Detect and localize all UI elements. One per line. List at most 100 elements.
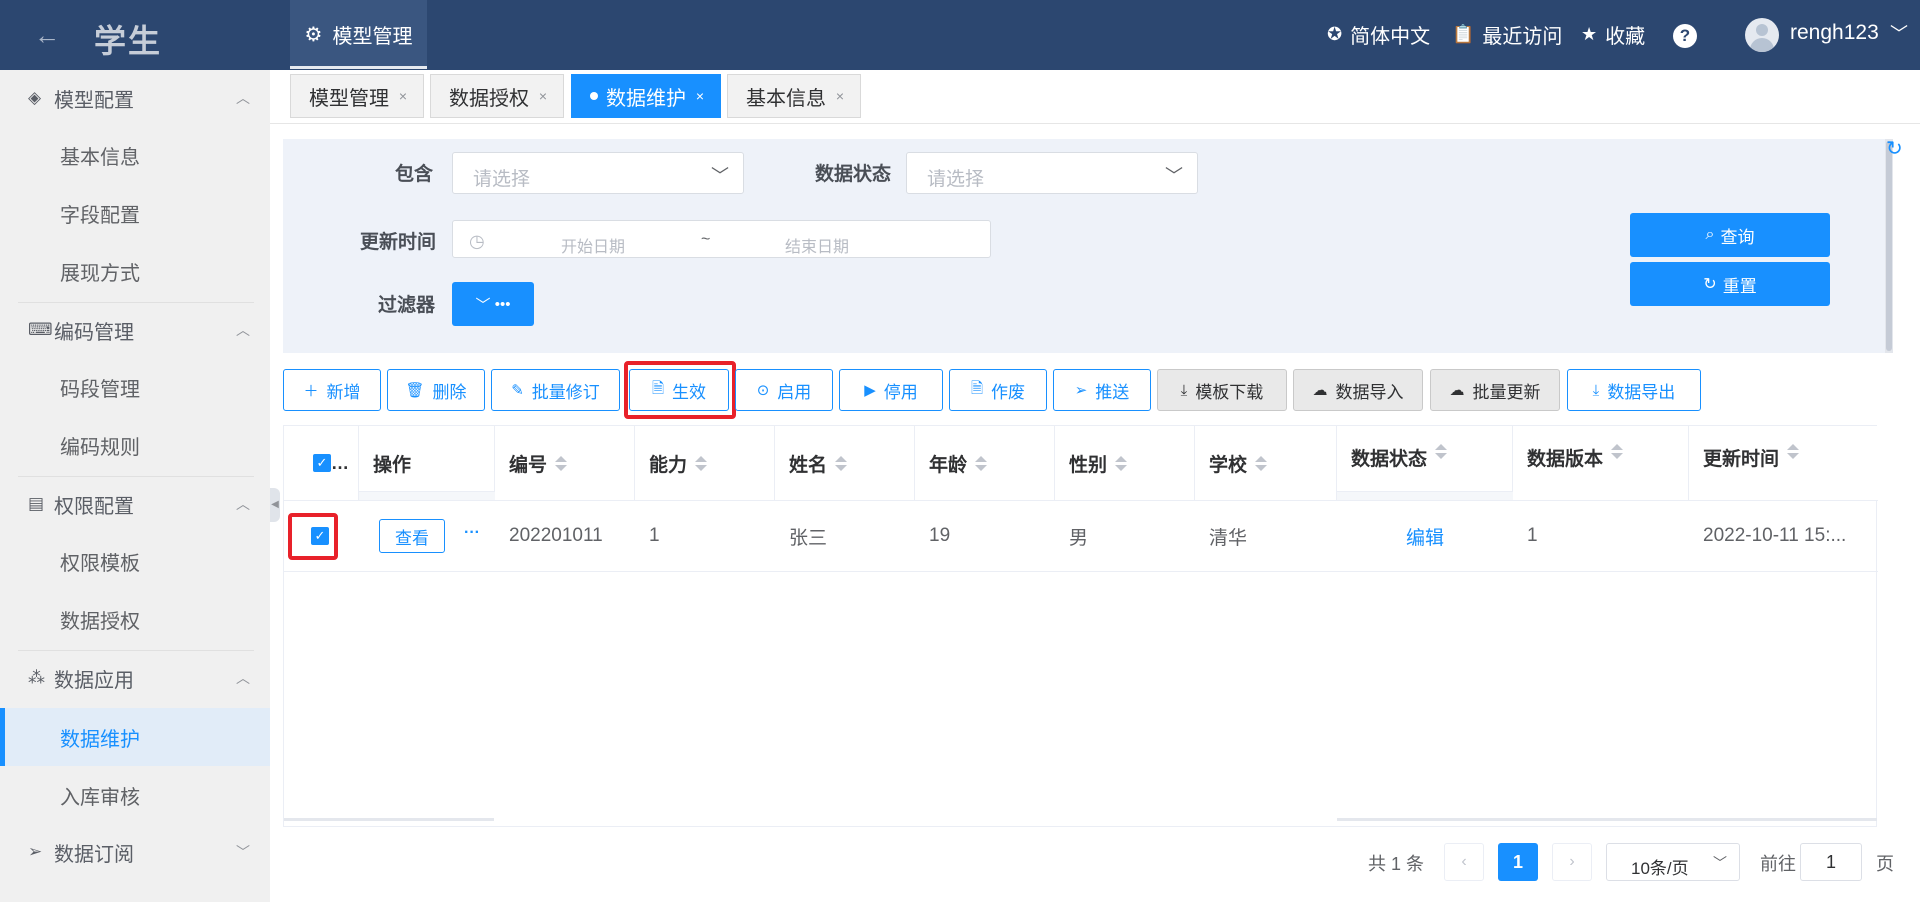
sidebar-item-storage-review[interactable]: 入库审核 [0, 766, 270, 824]
document-x-icon: 🗎 [970, 379, 984, 397]
close-icon[interactable]: × [696, 88, 704, 104]
plus-icon: ＋ [303, 382, 319, 400]
sort-icon[interactable] [1115, 455, 1128, 471]
send-icon: ➢ [28, 842, 43, 861]
sidebar-group-data-application[interactable]: ⁂ 数据应用 ︿ [0, 650, 270, 706]
tab-bar: 模型管理 × 数据授权 × 数据维护 × 基本信息 × [270, 70, 1920, 124]
cloud-upload-icon: ☁ [1449, 382, 1465, 399]
column-header-ability[interactable]: 能力 [635, 426, 775, 500]
language-switch[interactable]: ✪ 简体中文 [1327, 20, 1430, 49]
data-export-button[interactable]: ⤓ 数据导出 [1567, 369, 1701, 411]
tab-data-authorization[interactable]: 数据授权 × [430, 74, 564, 118]
sidebar-item-data-maintenance[interactable]: 数据维护 [0, 708, 270, 766]
include-select[interactable]: 请选择 ﹀ [452, 152, 744, 194]
disable-button[interactable]: ▶ 停用 [839, 369, 943, 411]
page-size-select[interactable]: 10条/页 ﹀ [1606, 843, 1740, 881]
sidebar-collapse-handle[interactable]: ◀ [270, 488, 280, 522]
enable-button[interactable]: ⊙ 启用 [735, 369, 833, 411]
next-page-button[interactable]: › [1552, 843, 1592, 881]
page-number-current[interactable]: 1 [1498, 843, 1538, 881]
cell-name: 张三 [789, 527, 828, 549]
sidebar-item-data-authorization[interactable]: 数据授权 [0, 590, 270, 648]
sort-icon[interactable] [835, 455, 848, 471]
view-button[interactable]: 查看 [379, 519, 445, 553]
filter-label: 过滤器 [378, 295, 436, 316]
module-tab-model-management[interactable]: ⚙ 模型管理 [290, 0, 427, 68]
select-all-checkbox[interactable]: ✓ [313, 454, 331, 472]
column-header-gender[interactable]: 性别 [1055, 426, 1195, 500]
tab-basic-info[interactable]: 基本信息 × [727, 74, 861, 118]
query-button[interactable]: ⌕ 查询 [1630, 213, 1830, 257]
sidebar-group-permission[interactable]: ▤ 权限配置 ︿ [0, 476, 270, 532]
table-scrollbar-left[interactable] [284, 818, 494, 821]
add-button[interactable]: ＋新增 [283, 369, 381, 411]
goto-label: 前往 [1760, 854, 1796, 874]
sidebar-item-code-rules[interactable]: 编码规则 [0, 416, 270, 474]
template-download-button[interactable]: ⤓ 模板下载 [1157, 369, 1287, 411]
app-title: 学生 [94, 23, 163, 59]
table-scrollbar-right[interactable] [1337, 818, 1877, 821]
date-range-picker[interactable]: ◷ 开始日期 ~ 结束日期 [452, 220, 991, 258]
prev-page-button[interactable]: ‹ [1444, 843, 1484, 881]
sidebar-group-data-subscription[interactable]: ➢ 数据订阅 ﹀ [0, 824, 270, 880]
star-icon: ★ [1581, 24, 1598, 44]
column-header-age[interactable]: 年龄 [915, 426, 1055, 500]
filter-expand-button[interactable]: ﹀ ••• [452, 282, 534, 326]
avatar[interactable] [1745, 18, 1779, 52]
sort-icon[interactable] [1435, 444, 1448, 459]
void-button[interactable]: 🗎 作废 [949, 369, 1047, 411]
batch-update-button[interactable]: ☁ 批量更新 [1430, 369, 1560, 411]
sidebar-item-permission-template[interactable]: 权限模板 [0, 532, 270, 590]
recent-visits-button[interactable]: 📋 最近访问 [1452, 20, 1562, 49]
status-edit-link[interactable]: 编辑 [1337, 501, 1513, 571]
column-header-name[interactable]: 姓名 [775, 426, 915, 500]
sort-icon[interactable] [1787, 444, 1800, 459]
filter-scrollbar[interactable] [1885, 139, 1893, 353]
end-date-input[interactable]: 结束日期 [785, 233, 849, 257]
chevron-down-icon[interactable]: ﹀ [1890, 20, 1908, 46]
sort-icon[interactable] [1255, 455, 1268, 471]
globe-icon: ✪ [1327, 24, 1343, 44]
sort-icon[interactable] [975, 455, 988, 471]
refresh-icon[interactable]: ↻ [1886, 136, 1903, 161]
username[interactable]: rengh123 [1790, 21, 1879, 45]
sort-icon[interactable] [1611, 444, 1624, 459]
cell-id: 202201011 [509, 525, 603, 546]
sort-icon[interactable] [555, 455, 568, 471]
back-arrow-icon[interactable]: ← [34, 20, 60, 51]
start-date-input[interactable]: 开始日期 [561, 233, 625, 257]
sidebar-item-code-segment[interactable]: 码段管理 [0, 358, 270, 416]
pencil-icon: ✎ [511, 382, 524, 399]
cell-gender: 男 [1069, 527, 1089, 549]
close-icon[interactable]: × [836, 88, 844, 104]
close-icon[interactable]: × [539, 88, 547, 104]
trash-icon: 🗑 [405, 382, 425, 399]
status-select[interactable]: 请选择 ﹀ [906, 152, 1198, 194]
close-icon[interactable]: × [399, 88, 407, 104]
column-header-version[interactable]: 数据版本 [1513, 426, 1689, 500]
column-header-status[interactable]: 数据状态 [1337, 426, 1513, 500]
sidebar-item-field-config[interactable]: 字段配置 [0, 184, 270, 242]
sidebar-group-coding[interactable]: ⌨ 编码管理 ︿ [0, 302, 270, 358]
play-icon: ▶ [864, 382, 876, 399]
column-header-updated[interactable]: 更新时间 [1689, 426, 1877, 500]
push-button[interactable]: ➢ 推送 [1053, 369, 1151, 411]
delete-button[interactable]: 🗑 删除 [387, 369, 485, 411]
permission-icon: ▤ [28, 494, 45, 513]
help-icon[interactable]: ? [1673, 24, 1697, 48]
chevron-up-icon: ︿ [236, 670, 250, 686]
reset-button[interactable]: ↻ 重置 [1630, 262, 1830, 306]
batch-edit-button[interactable]: ✎ 批量修订 [491, 369, 620, 411]
column-header-school[interactable]: 学校 [1195, 426, 1337, 500]
favorites-button[interactable]: ★ 收藏 [1581, 20, 1645, 49]
sidebar-group-model-config[interactable]: ◈ 模型配置 ︿ [0, 70, 270, 126]
goto-page-input[interactable]: 1 [1800, 843, 1862, 881]
tab-data-maintenance[interactable]: 数据维护 × [571, 74, 721, 118]
column-header-id[interactable]: 编号 [495, 426, 635, 500]
sort-icon[interactable] [695, 455, 708, 471]
data-import-button[interactable]: ☁ 数据导入 [1293, 369, 1423, 411]
tab-model-management[interactable]: 模型管理 × [290, 74, 424, 118]
sidebar-item-basic-info[interactable]: 基本信息 [0, 126, 270, 184]
sidebar-item-display-mode[interactable]: 展现方式 [0, 242, 270, 300]
more-actions-icon[interactable]: ··· [464, 524, 480, 542]
